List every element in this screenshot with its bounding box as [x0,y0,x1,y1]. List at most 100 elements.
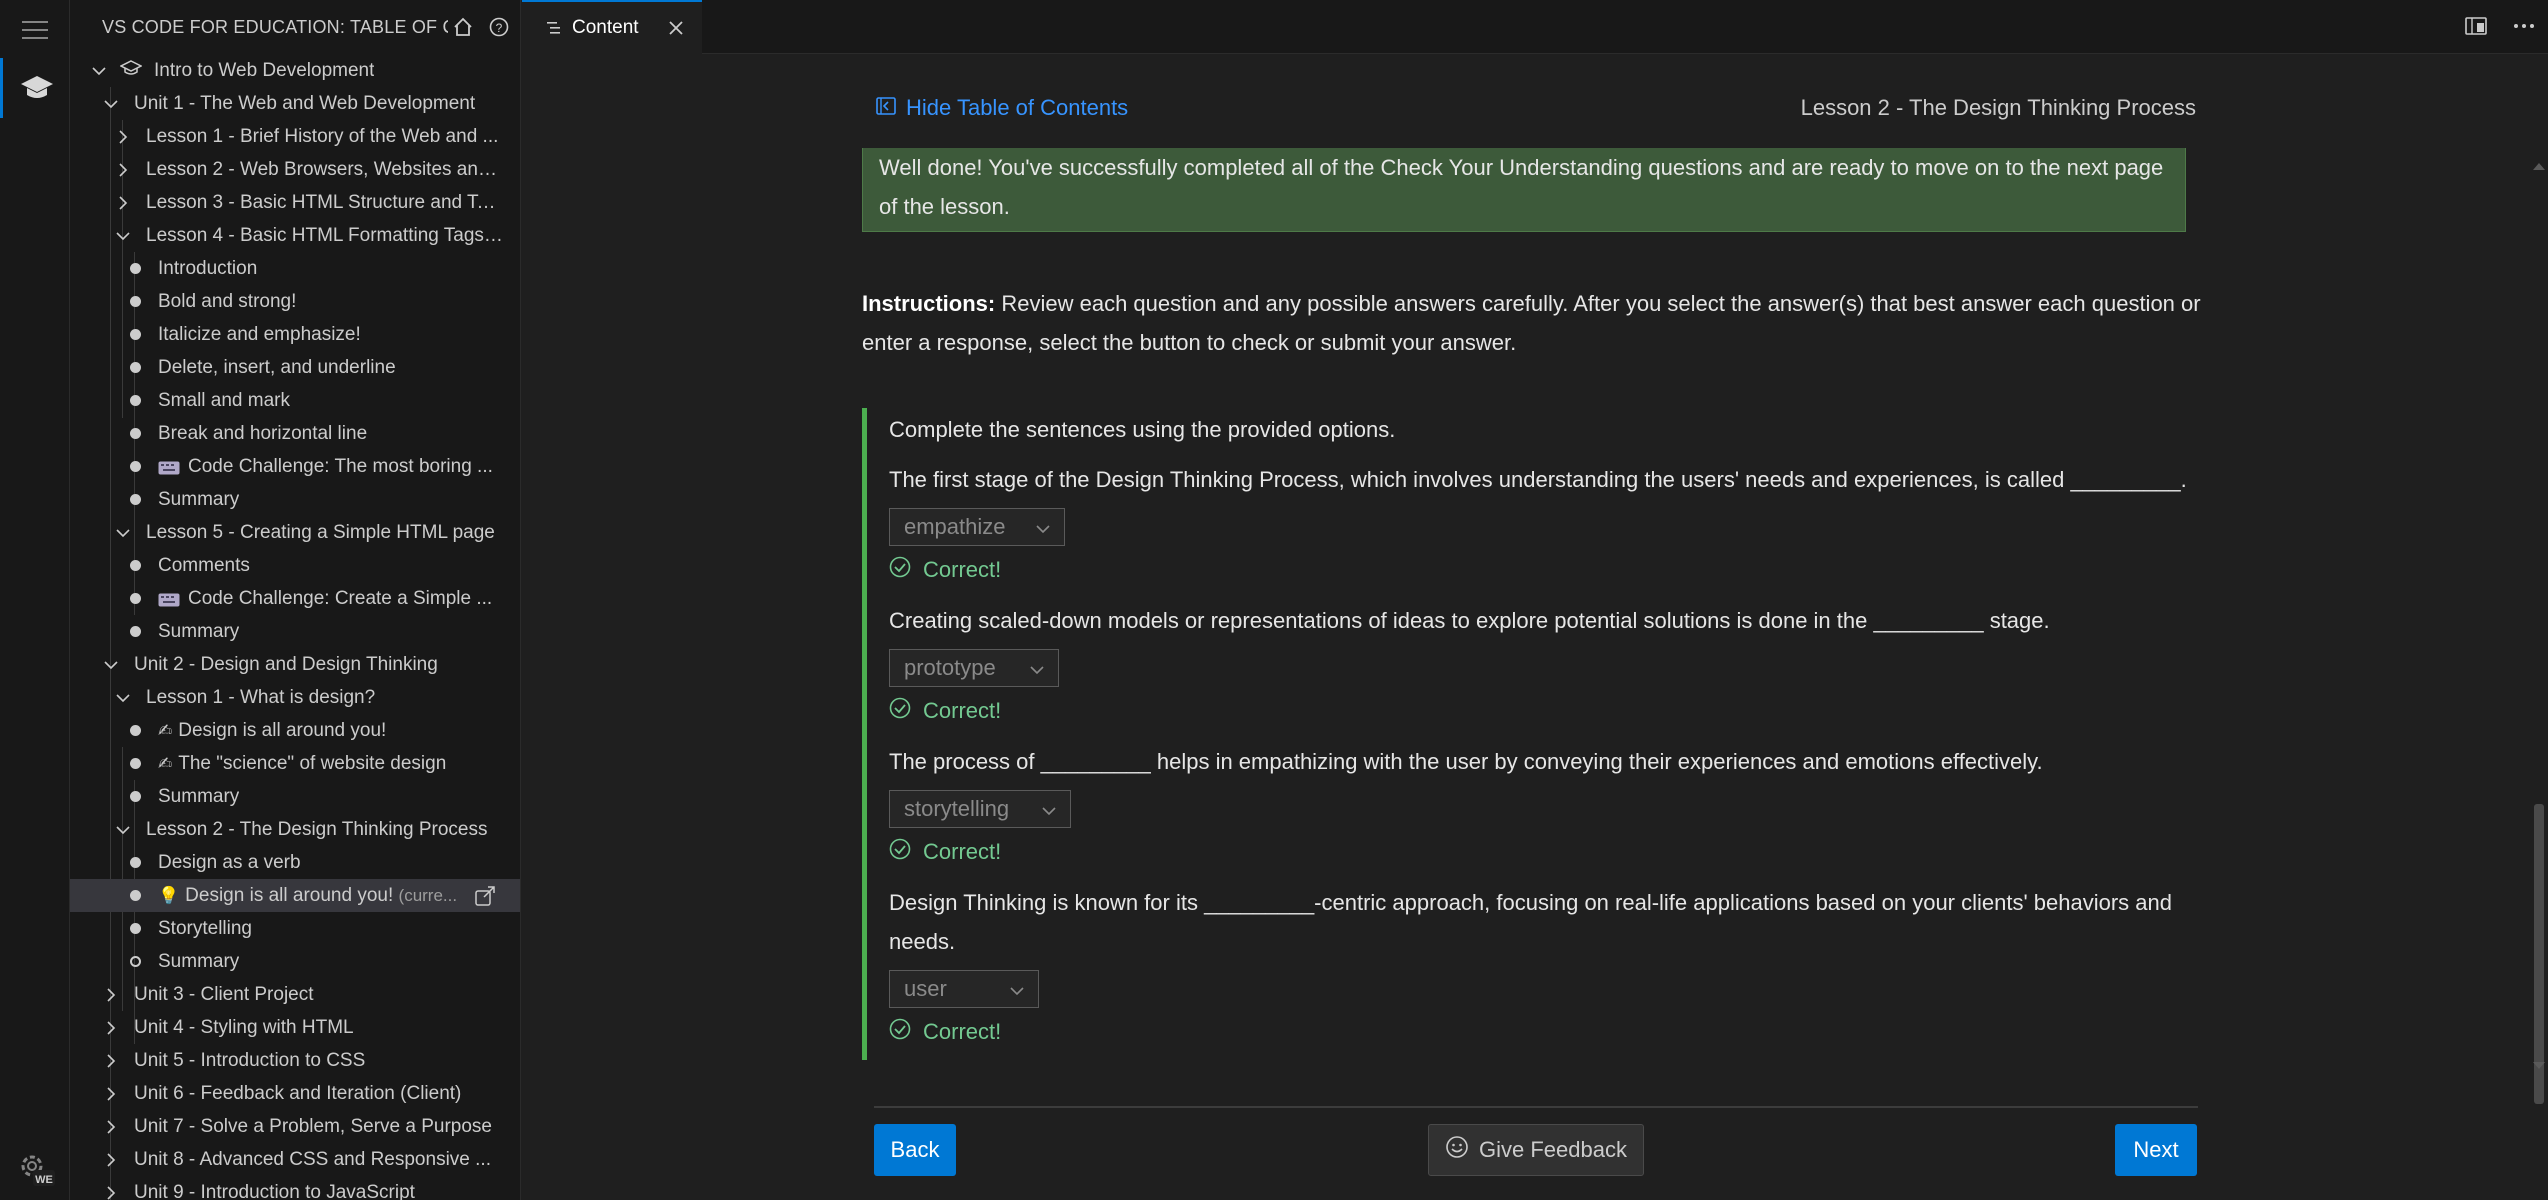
split-editor-icon[interactable] [2464,14,2488,43]
answer-select[interactable]: storytelling [889,790,1071,828]
answer-select[interactable]: user [889,970,1039,1008]
answer-select[interactable]: empathize [889,508,1065,546]
instructions-text: Review each question and any possible an… [862,291,2201,355]
correct-feedback: Correct! [889,1018,1001,1046]
toc-unit[interactable]: Unit 7 - Solve a Problem, Serve a Purpos… [70,1110,520,1143]
give-feedback-button[interactable]: Give Feedback [1428,1124,1644,1176]
toc-lesson[interactable]: Lesson 1 - What is design? [70,681,520,714]
chevron-down-icon [90,62,108,80]
toc-page[interactable]: Code Challenge: The most boring ... [70,450,520,483]
chevron-right-icon [102,1052,120,1070]
toc-lesson[interactable]: Lesson 4 - Basic HTML Formatting Tags ..… [70,219,520,252]
toc-lesson[interactable]: Lesson 1 - Brief History of the Web and … [70,120,520,153]
content-pane: Hide Table of Contents Lesson 2 - The De… [522,54,2548,1200]
toc-page-label: Summary [158,950,240,972]
toc-page[interactable]: Bold and strong! [70,285,520,318]
check-circle-icon [889,1018,911,1046]
toc-page[interactable]: Summary [70,615,520,648]
toc-lesson[interactable]: Lesson 2 - The Design Thinking Process [70,813,520,846]
toc-page[interactable]: Break and horizontal line [70,417,520,450]
chevron-down-icon [1028,659,1046,685]
question-text: The process of _________ helps in empath… [889,749,2043,774]
toc-unit-label: Unit 3 - Client Project [134,983,314,1005]
toc-unit[interactable]: Unit 4 - Styling with HTML [70,1011,520,1044]
toc-page-label: Comments [158,554,250,576]
scroll-down-icon[interactable] [2532,1058,2546,1076]
scroll-up-icon[interactable] [2532,158,2546,176]
toc-page[interactable]: Small and mark [70,384,520,417]
check-circle-icon [889,838,911,866]
education-icon[interactable] [0,58,70,118]
back-button[interactable]: Back [874,1124,956,1176]
chevron-down-icon [114,821,132,839]
toc-unit-label: Unit 1 - The Web and Web Development [134,92,476,114]
help-icon[interactable]: ? [484,12,514,42]
menu-icon[interactable] [0,0,70,60]
toc-page-label: Summary [158,785,240,807]
chevron-right-icon [102,1085,120,1103]
chevron-down-icon [102,95,120,113]
keyboard-icon [158,459,180,481]
toc-page-current[interactable]: 💡 Design is all around you! (curre... [70,879,520,912]
more-actions-icon[interactable] [2512,14,2536,43]
answer-value: prototype [904,655,996,680]
toc-lesson-label: Lesson 4 - Basic HTML Formatting Tags ..… [146,224,504,246]
toc-unit[interactable]: Unit 9 - Introduction to JavaScript [70,1176,520,1200]
answer-value: empathize [904,514,1006,539]
toc-page[interactable]: Italicize and emphasize! [70,318,520,351]
toc-page[interactable]: Storytelling [70,912,520,945]
toc-unit-1[interactable]: Unit 1 - The Web and Web Development [70,87,520,120]
toc-page-label: Break and horizontal line [158,422,368,444]
settings-gear-icon[interactable]: WE [0,1138,70,1198]
toc-unit[interactable]: Unit 3 - Client Project [70,978,520,1011]
close-icon[interactable] [664,16,688,40]
toc-lesson-label: Lesson 2 - Web Browsers, Websites and... [146,158,504,180]
question-block: Complete the sentences using the provide… [862,408,2202,1060]
toc-page[interactable]: Introduction [70,252,520,285]
lightbulb-icon: 💡 [158,885,180,905]
toc-page[interactable]: Delete, insert, and underline [70,351,520,384]
tab-label: Content [572,17,639,38]
correct-label: Correct! [923,839,1002,864]
toc-lesson[interactable]: Lesson 5 - Creating a Simple HTML page [70,516,520,549]
toc-page-label: Design is all around you! [185,884,394,906]
toc-unit-2[interactable]: Unit 2 - Design and Design Thinking [70,648,520,681]
next-button[interactable]: Next [2115,1124,2197,1176]
chevron-down-icon [114,689,132,707]
sidebar-title: VS CODE FOR EDUCATION: TABLE OF CON... [102,16,448,37]
open-external-icon[interactable] [474,885,496,913]
toc-page[interactable]: ✍ Design is all around you! [70,714,520,747]
toc-page-label: Small and mark [158,389,290,411]
toc-page[interactable]: Summary [70,945,520,978]
check-circle-icon [889,556,911,584]
toc-lesson[interactable]: Lesson 2 - Web Browsers, Websites and... [70,153,520,186]
editor-tab-bar: Content [522,0,2548,54]
toc-unit[interactable]: Unit 8 - Advanced CSS and Responsive ... [70,1143,520,1176]
tab-content[interactable]: Content [522,0,702,54]
toc-page-label: Storytelling [158,917,252,939]
toc-root[interactable]: Intro to Web Development [70,54,520,87]
table-of-contents-sidebar: VS CODE FOR EDUCATION: TABLE OF CON... ?… [70,0,521,1200]
chevron-right-icon [102,1118,120,1136]
toc-lesson-label: Lesson 5 - Creating a Simple HTML page [146,521,495,543]
hide-toc-link[interactable]: Hide Table of Contents [876,95,1128,121]
answer-select[interactable]: prototype [889,649,1059,687]
toc-lesson-label: Lesson 1 - Brief History of the Web and … [146,125,499,147]
toc-page-label: Summary [158,488,240,510]
toc-page[interactable]: Summary [70,780,520,813]
home-icon[interactable] [448,12,478,42]
toc-lesson[interactable]: Lesson 3 - Basic HTML Structure and Tags [70,186,520,219]
toc-page[interactable]: Comments [70,549,520,582]
give-feedback-label: Give Feedback [1479,1137,1627,1162]
toc-lesson-label: Lesson 1 - What is design? [146,686,376,708]
lesson-title: Lesson 2 - The Design Thinking Process [1800,95,2196,120]
toc-page-label: Code Challenge: Create a Simple ... [188,587,493,609]
toc-page[interactable]: Design as a verb [70,846,520,879]
toc-unit[interactable]: Unit 6 - Feedback and Iteration (Client) [70,1077,520,1110]
toc-unit[interactable]: Unit 5 - Introduction to CSS [70,1044,520,1077]
toc-page[interactable]: ✍ The "science" of website design [70,747,520,780]
toc-page[interactable]: Code Challenge: Create a Simple ... [70,582,520,615]
correct-label: Correct! [923,698,1002,723]
toc-page[interactable]: Summary [70,483,520,516]
mortarboard-icon [119,59,143,83]
